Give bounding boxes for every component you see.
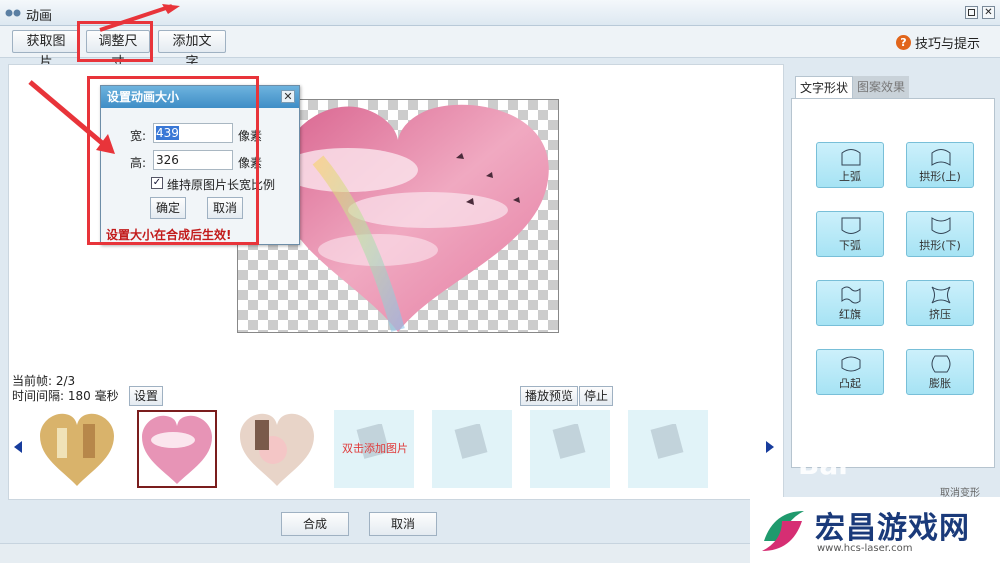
play-preview-button[interactable]: 播放预览: [520, 386, 579, 406]
tab-text-shape[interactable]: 文字形状: [795, 76, 854, 98]
flag-icon: [841, 286, 861, 304]
squeeze-icon: [931, 286, 951, 304]
arc-down-icon: [841, 217, 861, 234]
text-effects-panel: 文字形状 图案效果 上弧 拱形(上) 下弧 拱形(下) 红旗 挤压 凸起 膨胀: [791, 76, 995, 468]
close-button[interactable]: ✕: [982, 6, 995, 19]
interval-set-button[interactable]: 设置: [129, 386, 164, 406]
annotation-arrows: [28, 4, 180, 154]
tips-label: 技巧与提示: [914, 37, 980, 52]
frame-thumb-1[interactable]: [37, 410, 117, 488]
shape-arch-down[interactable]: 拱形(下): [906, 211, 974, 257]
tips-link[interactable]: ? 技巧与提示: [895, 33, 980, 52]
shape-arc-down[interactable]: 下弧: [816, 211, 884, 257]
next-arrow-icon[interactable]: [766, 441, 774, 453]
image-placeholder-icon: [552, 424, 586, 459]
site-watermark: 宏昌游戏网 www.hcs-laser.com: [750, 497, 1000, 563]
watermark-url: www.hcs-laser.com: [817, 543, 913, 554]
baidu-watermark: Bai: [798, 448, 848, 481]
stop-button[interactable]: 停止: [579, 386, 614, 406]
empty-slot[interactable]: [530, 410, 610, 488]
shape-arc-up[interactable]: 上弧: [816, 142, 884, 188]
add-image-hint: 双击添加图片: [342, 442, 408, 455]
shape-grid: 上弧 拱形(上) 下弧 拱形(下) 红旗 挤压 凸起 膨胀: [791, 98, 995, 468]
inflate-icon: [931, 355, 951, 373]
shape-bulge[interactable]: 凸起: [816, 349, 884, 395]
arc-up-icon: [841, 149, 861, 166]
tab-pattern-effect[interactable]: 图案效果: [853, 76, 910, 98]
current-frame-label: 当前帧: 2/3: [12, 374, 76, 388]
compose-button[interactable]: 合成: [281, 512, 349, 536]
shape-squeeze[interactable]: 挤压: [906, 280, 974, 326]
shape-inflate[interactable]: 膨胀: [906, 349, 974, 395]
watermark-text: 宏昌游戏网: [815, 511, 970, 546]
shape-flag[interactable]: 红旗: [816, 280, 884, 326]
image-placeholder-icon: [454, 424, 488, 459]
maximize-button[interactable]: [965, 6, 978, 19]
arch-down-icon: [931, 217, 951, 234]
arch-up-icon: [931, 149, 951, 166]
frame-strip: 双击添加图片: [9, 407, 785, 491]
shape-arch-up[interactable]: 拱形(上): [906, 142, 974, 188]
frame-info: 当前帧: 2/3 时间间隔: 180 毫秒: [12, 374, 119, 404]
frame-thumb-3[interactable]: [237, 410, 317, 488]
empty-slot[interactable]: [628, 410, 708, 488]
watermark-logo: [762, 511, 804, 551]
cancel-button[interactable]: 取消: [369, 512, 437, 536]
prev-arrow-icon[interactable]: [14, 441, 22, 453]
frame-interval-label: 时间间隔: 180 毫秒: [12, 389, 119, 403]
frame-thumb-2[interactable]: [137, 410, 217, 488]
empty-slot[interactable]: [432, 410, 512, 488]
dialog-close-icon[interactable]: ✕: [281, 90, 295, 103]
image-placeholder-icon: [650, 424, 684, 459]
bulge-icon: [841, 356, 861, 372]
help-icon: ?: [895, 35, 911, 50]
add-image-slot[interactable]: 双击添加图片: [334, 410, 414, 488]
